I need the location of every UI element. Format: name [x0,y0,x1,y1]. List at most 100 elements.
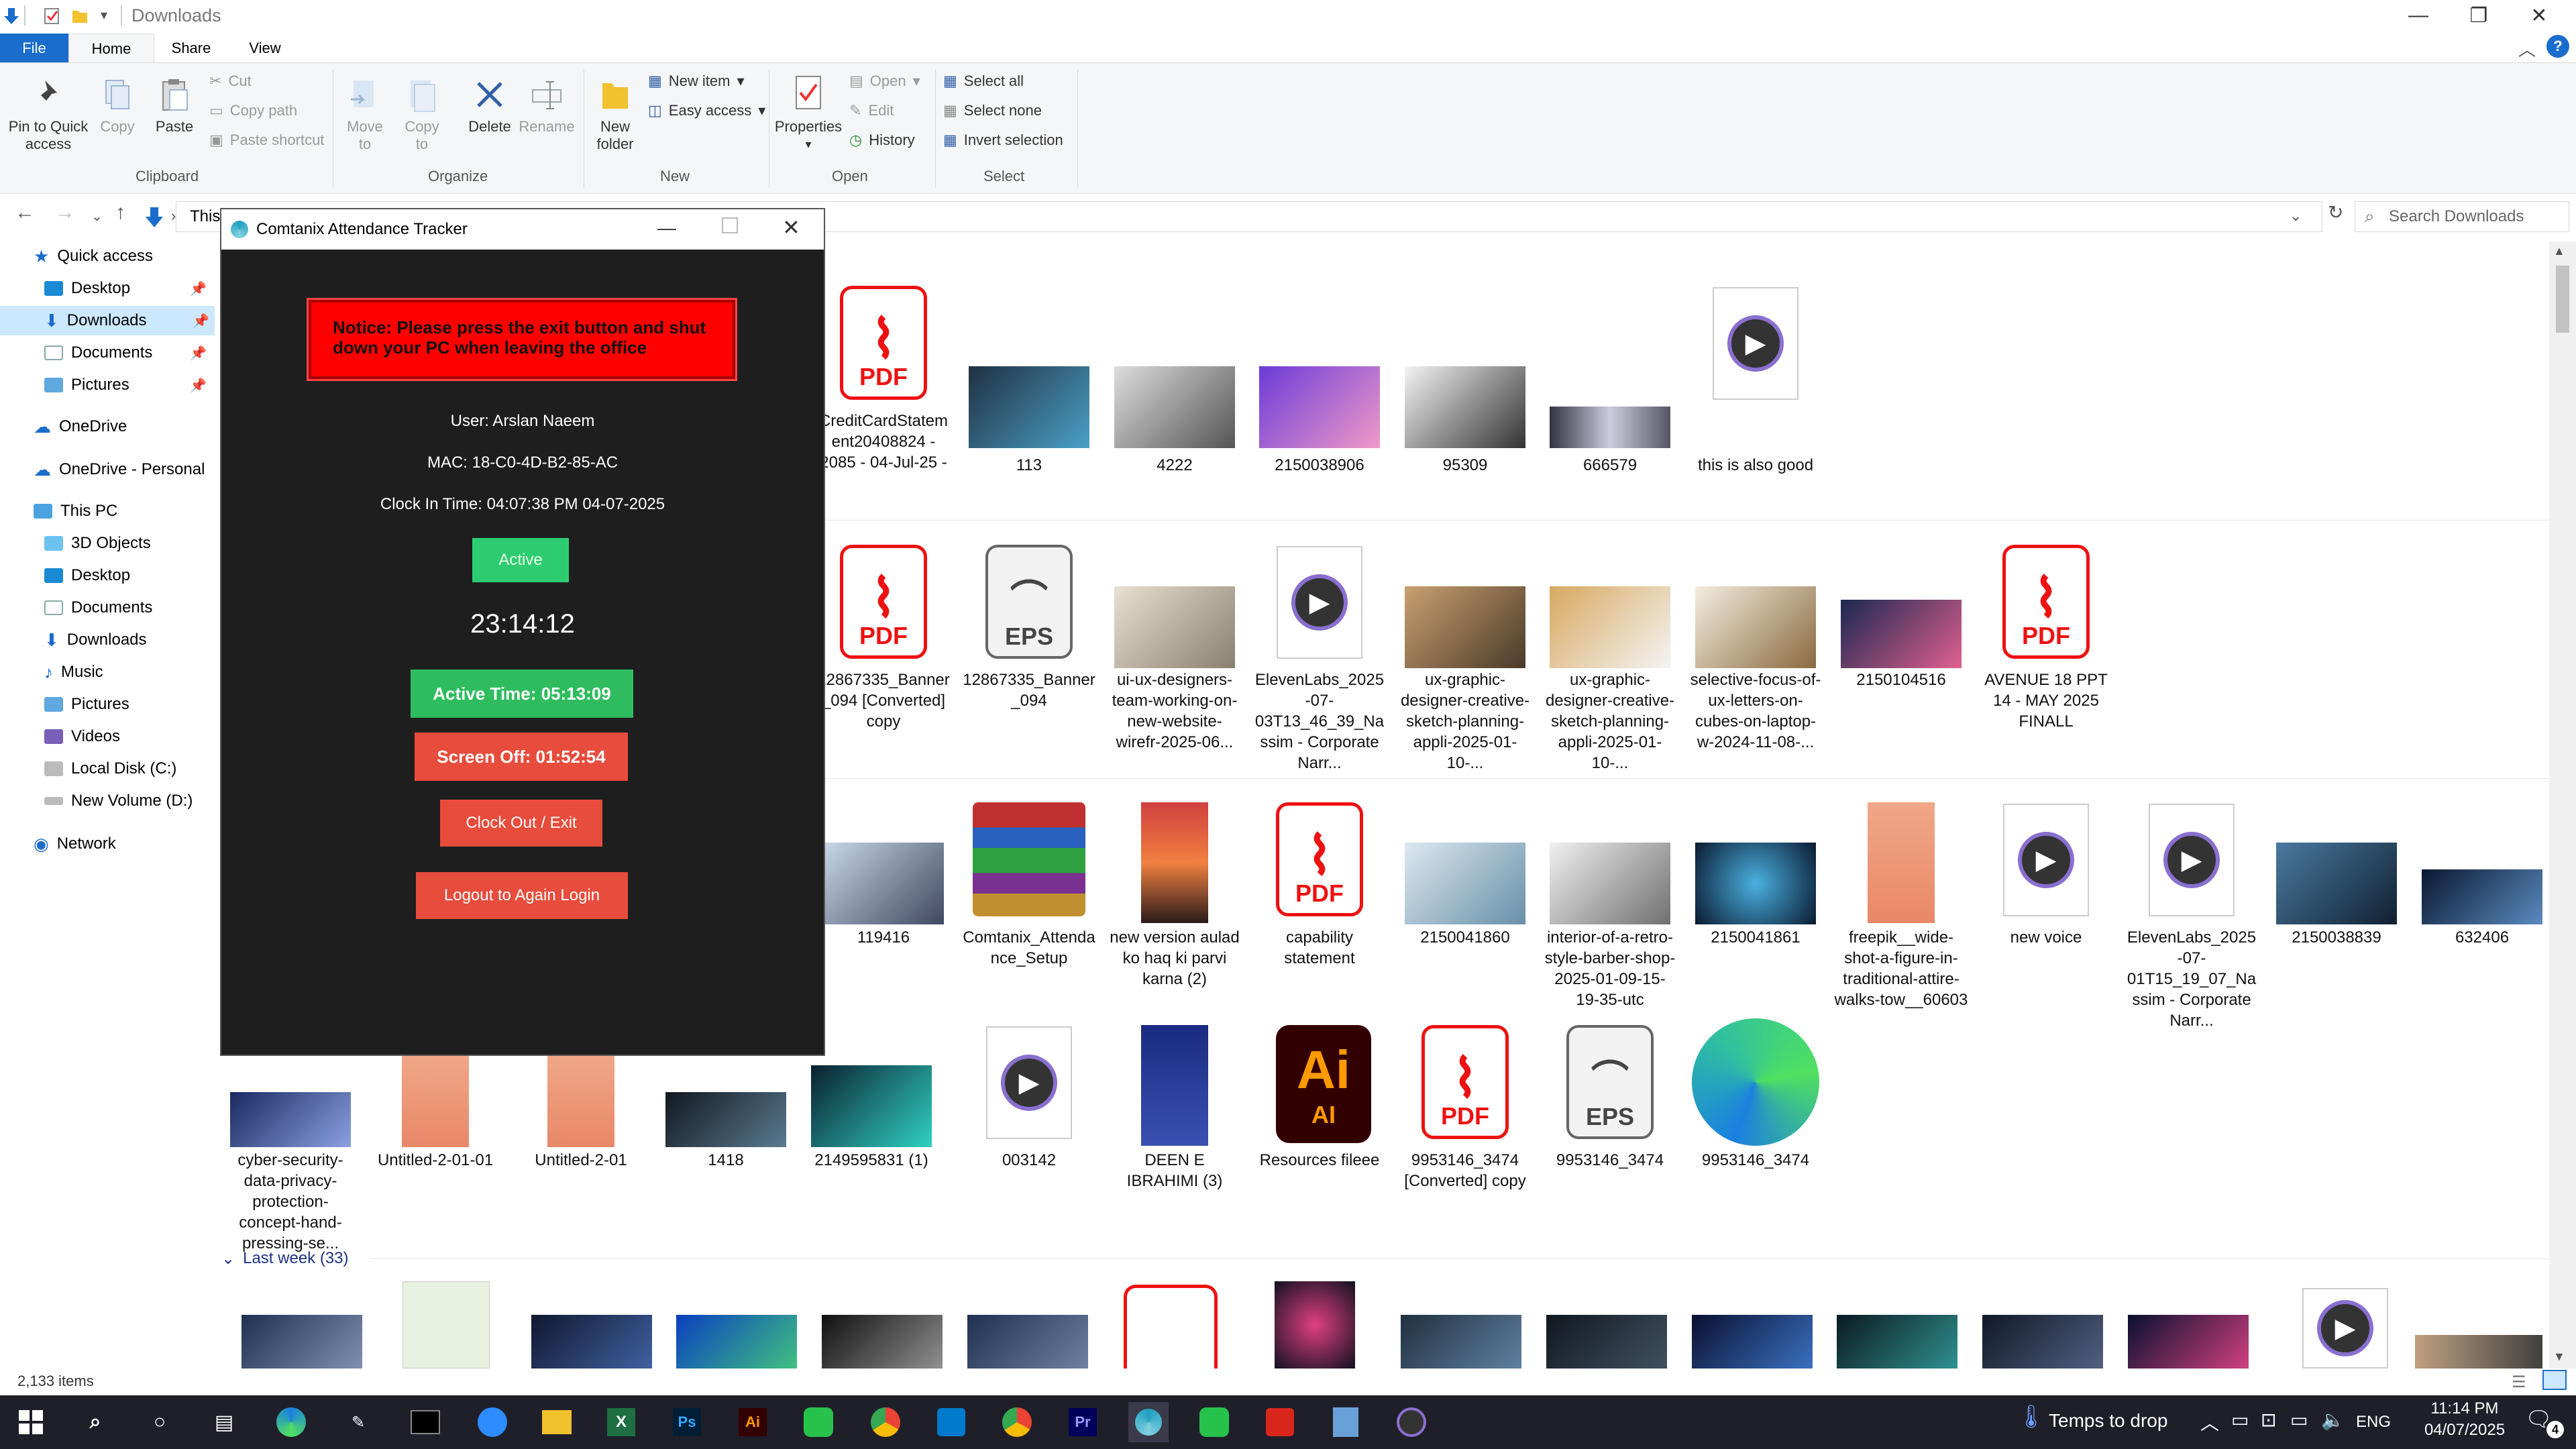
clock-time[interactable]: 11:14 PM [2418,1399,2512,1418]
properties-icon[interactable] [43,5,60,25]
image-thumbnail[interactable] [2415,1335,2542,1368]
clock-out-button[interactable]: Clock Out / Exit [440,800,602,847]
invert-selection-button[interactable]: ▦ Invert selection [943,131,1063,149]
history-button[interactable]: ◷ History [849,131,915,149]
image-thumbnail[interactable] [822,1315,943,1368]
back-arrow-icon[interactable]: ← [15,201,35,224]
logout-button[interactable]: Logout to Again Login [416,872,628,919]
properties-button[interactable]: Properties ▾ [771,72,845,153]
search-icon[interactable]: ⌕ [75,1402,115,1442]
help-icon[interactable]: ? [2546,35,2569,58]
thermometer-icon[interactable]: 🌡 [2017,1403,2045,1430]
video-file-icon[interactable]: ▶ [2302,1288,2388,1368]
collapse-ribbon-icon[interactable]: ︿ [2518,36,2536,61]
up-arrow-icon[interactable]: ↑ [115,201,125,224]
start-windows-icon[interactable] [11,1402,51,1442]
breadcrumb-this-pc[interactable]: This [190,207,220,226]
details-view-icon[interactable]: ☰ [2512,1373,2526,1392]
clock-date[interactable]: 04/07/2025 [2411,1421,2518,1440]
easy-access-button[interactable]: ◫ Easy access ▾ [648,102,765,119]
tab-share[interactable]: Share [154,34,228,63]
chrome-profile-icon[interactable] [997,1402,1037,1442]
image-thumbnail[interactable] [1692,1315,1813,1368]
network-icon[interactable]: ▭ [2290,1409,2308,1431]
cut-button[interactable]: ✂ Cut [209,72,252,90]
nav-this-pc[interactable]: This PC [34,496,117,526]
pin-to-quick-access-button[interactable]: Pin to Quick access [5,76,91,153]
group-header-last-week[interactable]: ⌄ Last week (33) [221,1249,349,1269]
nav-quick-access[interactable]: ★ Quick access [34,241,153,271]
attendance-tracker-taskbar-icon[interactable] [1128,1402,1169,1442]
dialog-minimize-button[interactable]: — [657,217,676,239]
dialog-close-button[interactable]: ✕ [782,215,800,240]
language-indicator[interactable]: ENG [2356,1413,2391,1432]
excel-icon[interactable]: X [601,1402,641,1442]
edge-icon[interactable] [271,1402,311,1442]
new-item-button[interactable]: ▦ New item ▾ [648,72,745,90]
image-thumbnail[interactable] [1837,1315,1957,1368]
recent-locations-icon[interactable]: ⌄ [91,208,103,225]
cortana-icon[interactable]: ○ [140,1402,180,1442]
delete-button[interactable]: Delete [463,76,517,136]
file-explorer-icon[interactable] [537,1402,577,1442]
new-folder-icon[interactable] [71,5,89,25]
copy-button[interactable]: Copy [94,76,141,136]
select-none-button[interactable]: ▦ Select none [943,102,1042,119]
image-thumbnail[interactable] [1401,1315,1521,1368]
tab-file[interactable]: File [0,34,68,63]
image-thumbnail[interactable] [241,1315,362,1368]
nav-pc-music[interactable]: ♪ Music [44,657,103,687]
calculator-icon[interactable] [1326,1402,1366,1442]
move-to-button[interactable]: Move to [342,76,388,153]
nav-network[interactable]: ◉ Network [34,829,116,859]
image-thumbnail[interactable] [1546,1315,1667,1368]
image-thumbnail[interactable] [1275,1281,1355,1368]
screenshot-tool-icon[interactable]: ⊡ [2261,1409,2276,1431]
minimize-button[interactable]: — [2388,0,2449,31]
nav-qa-documents[interactable]: Documents 📌 [44,338,212,368]
tab-home[interactable]: Home [68,34,154,63]
nav-pc-pictures[interactable]: Pictures [44,690,129,719]
copy-path-button[interactable]: ▭ Copy path [209,102,297,119]
forward-arrow-icon[interactable]: → [55,201,75,224]
terminal-icon[interactable] [405,1402,445,1442]
image-thumbnail[interactable] [402,1281,490,1368]
nav-pc-desktop[interactable]: Desktop [44,561,130,590]
nav-pc-downloads[interactable]: ⬇ Downloads [44,625,147,655]
scroll-up-icon[interactable]: ▲ [2553,244,2565,258]
rename-button[interactable]: Rename [518,76,576,136]
volume-icon[interactable]: 🔈 [2321,1409,2345,1431]
tab-view[interactable]: View [228,34,302,63]
scrollbar-thumb[interactable] [2556,266,2569,333]
pen-icon[interactable]: ✎ [338,1402,378,1442]
chrome-icon[interactable] [865,1402,906,1442]
paste-shortcut-button[interactable]: ▣ Paste shortcut [209,131,324,149]
qat-dropdown-icon[interactable]: ▾ [101,7,107,23]
address-dropdown-icon[interactable]: ⌄ [2290,207,2302,225]
image-thumbnail[interactable] [531,1315,652,1368]
new-folder-button[interactable]: New folder [590,76,640,153]
paste-button[interactable]: Paste [148,76,201,136]
image-thumbnail[interactable] [967,1315,1088,1368]
nav-pc-local-disk-c[interactable]: Local Disk (C:) [44,754,176,784]
media-player-icon[interactable] [1391,1402,1432,1442]
weather-text[interactable]: Temps to drop [2049,1410,2167,1432]
nav-qa-downloads[interactable]: ⬇ Downloads 📌 [0,306,215,335]
search-input[interactable]: ⌕ Search Downloads [2355,201,2569,232]
edit-button[interactable]: ✎ Edit [849,102,894,119]
image-thumbnail[interactable] [2128,1315,2249,1368]
dialog-maximize-button[interactable] [722,217,738,233]
nav-pc-3d-objects[interactable]: 3D Objects [44,529,151,558]
nav-pc-new-volume-d[interactable]: New Volume (D:) [44,786,193,816]
photoshop-icon[interactable]: Ps [667,1402,707,1442]
scroll-down-icon[interactable]: ▼ [2553,1350,2565,1364]
premiere-icon[interactable]: Pr [1063,1402,1103,1442]
status-active-button[interactable]: Active [472,538,569,582]
illustrator-icon[interactable]: Ai [733,1402,773,1442]
meet-now-icon[interactable]: ▭ [2231,1409,2249,1431]
phone-app-icon[interactable] [798,1402,839,1442]
nav-pc-documents[interactable]: Documents [44,593,152,623]
nav-onedrive[interactable]: ☁ OneDrive [34,412,127,441]
nav-pc-videos[interactable]: Videos [44,722,120,751]
restore-button[interactable]: ❐ [2449,0,2509,31]
